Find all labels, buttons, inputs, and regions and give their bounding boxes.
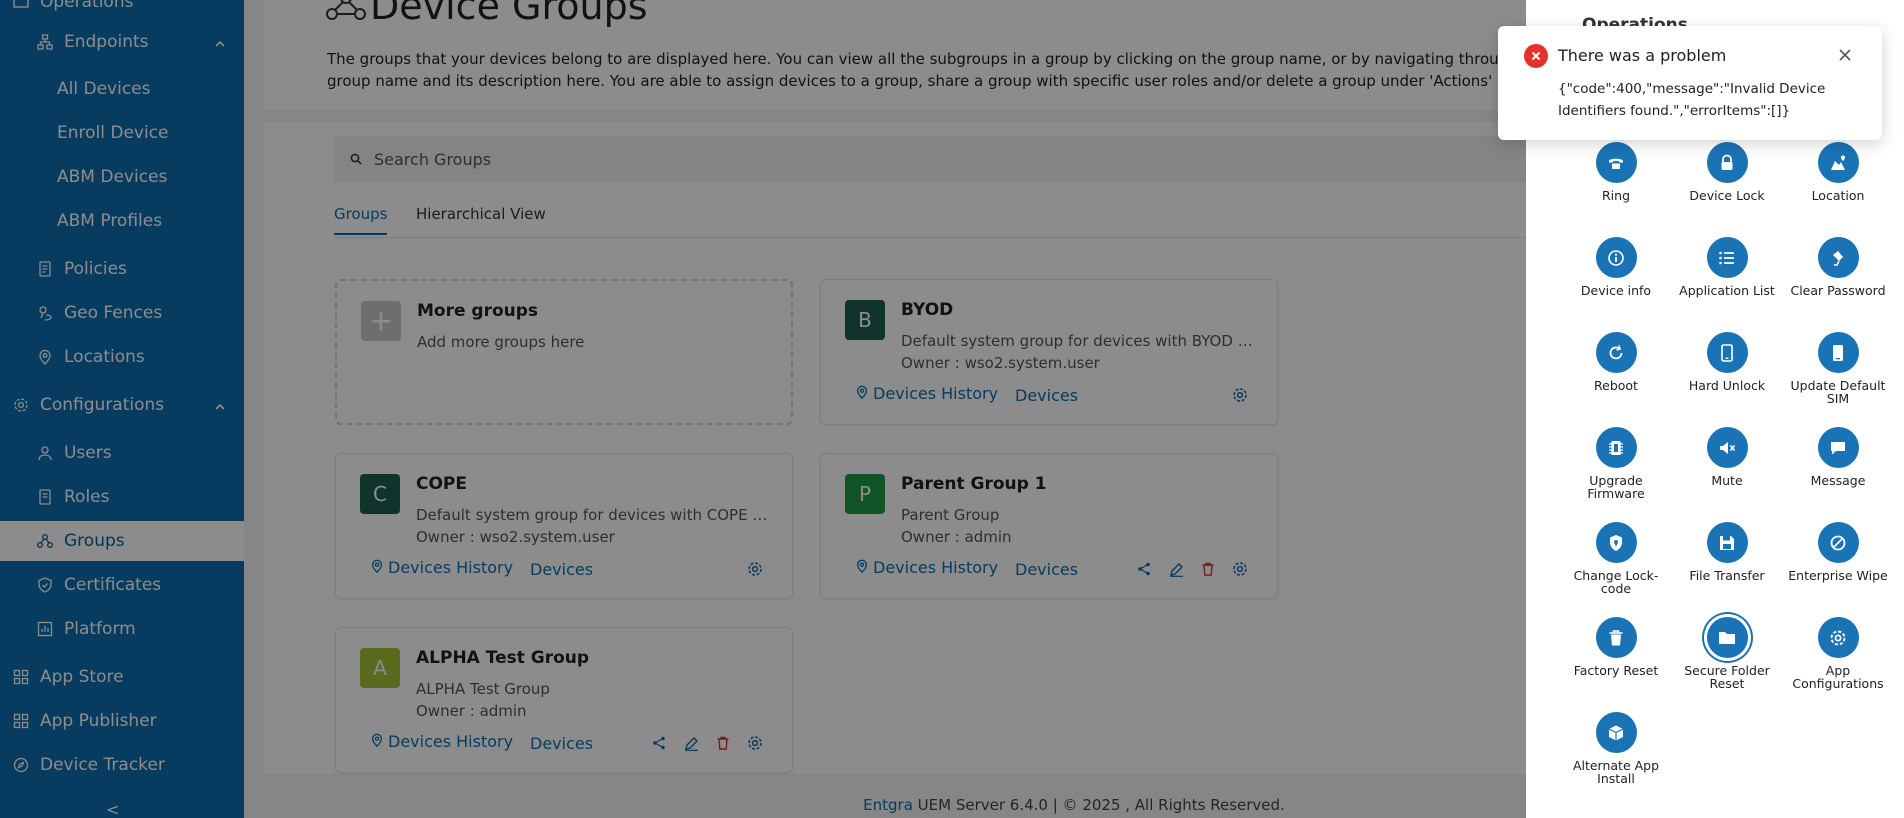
shield-icon bbox=[1595, 522, 1637, 563]
operation-label: App Configurations bbox=[1792, 663, 1884, 691]
operation-label: Upgrade Firmware bbox=[1587, 473, 1645, 501]
operation-reboot[interactable]: Reboot bbox=[1560, 332, 1672, 392]
notification-message: {"code":400,"message":"Invalid Device Id… bbox=[1558, 81, 1826, 119]
operation-update-default-sim[interactable]: Update Default SIM bbox=[1782, 332, 1894, 405]
error-icon bbox=[1524, 44, 1548, 68]
operation-label: Alternate App Install bbox=[1572, 758, 1660, 786]
operation-ring[interactable]: Ring bbox=[1560, 142, 1672, 202]
operation-secure-folder-reset[interactable]: Secure Folder Reset bbox=[1671, 617, 1783, 690]
operation-label: Change Lock-code bbox=[1573, 568, 1659, 596]
operation-hard-unlock[interactable]: Hard Unlock bbox=[1671, 332, 1783, 392]
error-notification: There was a problem {"code":400,"message… bbox=[1498, 26, 1882, 140]
lock-icon bbox=[1706, 142, 1748, 183]
folder-icon bbox=[1706, 617, 1748, 658]
info-icon bbox=[1595, 237, 1637, 278]
sim-icon bbox=[1817, 332, 1859, 373]
operation-label: Secure Folder Reset bbox=[1684, 663, 1770, 691]
operation-mute[interactable]: Mute bbox=[1671, 427, 1783, 487]
operation-message[interactable]: Message bbox=[1782, 427, 1894, 487]
operation-label: Reboot bbox=[1594, 378, 1638, 393]
operation-alternate-app-install[interactable]: Alternate App Install bbox=[1560, 712, 1672, 785]
block-icon bbox=[1817, 522, 1859, 563]
phone-unlock-icon bbox=[1706, 332, 1748, 373]
operation-change-lock-code[interactable]: Change Lock-code bbox=[1560, 522, 1672, 595]
phone-icon bbox=[1595, 142, 1637, 183]
gear-icon bbox=[1817, 617, 1859, 658]
operation-upgrade-firmware[interactable]: Upgrade Firmware bbox=[1560, 427, 1672, 500]
operation-application-list[interactable]: Application List bbox=[1671, 237, 1783, 297]
operation-label: Device info bbox=[1580, 283, 1652, 298]
trash-icon bbox=[1595, 617, 1637, 658]
modal-backdrop[interactable] bbox=[0, 0, 1526, 818]
save-icon bbox=[1706, 522, 1748, 563]
reboot-icon bbox=[1595, 332, 1637, 373]
operation-factory-reset[interactable]: Factory Reset bbox=[1560, 617, 1672, 677]
notification-title: There was a problem bbox=[1558, 46, 1727, 65]
chip-icon bbox=[1595, 427, 1637, 468]
operation-clear-password[interactable]: Clear Password bbox=[1782, 237, 1894, 297]
operation-label: Clear Password bbox=[1790, 283, 1886, 298]
box-icon bbox=[1595, 712, 1637, 753]
operation-label: Message bbox=[1810, 473, 1866, 488]
mute-icon bbox=[1706, 427, 1748, 468]
operation-label: Application List bbox=[1679, 283, 1775, 298]
operation-label: Device Lock bbox=[1689, 188, 1765, 203]
message-icon bbox=[1817, 427, 1859, 468]
location-icon bbox=[1817, 142, 1859, 183]
operation-label: Update Default SIM bbox=[1790, 378, 1886, 406]
operation-label: File Transfer bbox=[1689, 568, 1765, 583]
operation-label: Mute bbox=[1711, 473, 1743, 488]
operation-file-transfer[interactable]: File Transfer bbox=[1671, 522, 1783, 582]
operation-device-lock[interactable]: Device Lock bbox=[1671, 142, 1783, 202]
operation-label: Hard Unlock bbox=[1688, 378, 1766, 393]
operation-label: Enterprise Wipe bbox=[1788, 568, 1888, 583]
operation-device-info[interactable]: Device info bbox=[1560, 237, 1672, 297]
operation-label: Location bbox=[1811, 188, 1865, 203]
eraser-icon bbox=[1817, 237, 1859, 278]
operation-label: Ring bbox=[1601, 188, 1630, 203]
operation-label: Factory Reset bbox=[1573, 663, 1659, 678]
close-icon[interactable] bbox=[1836, 46, 1854, 64]
operation-enterprise-wipe[interactable]: Enterprise Wipe bbox=[1782, 522, 1894, 582]
operation-app-configurations[interactable]: App Configurations bbox=[1782, 617, 1894, 690]
list-icon bbox=[1706, 237, 1748, 278]
operation-location[interactable]: Location bbox=[1782, 142, 1894, 202]
